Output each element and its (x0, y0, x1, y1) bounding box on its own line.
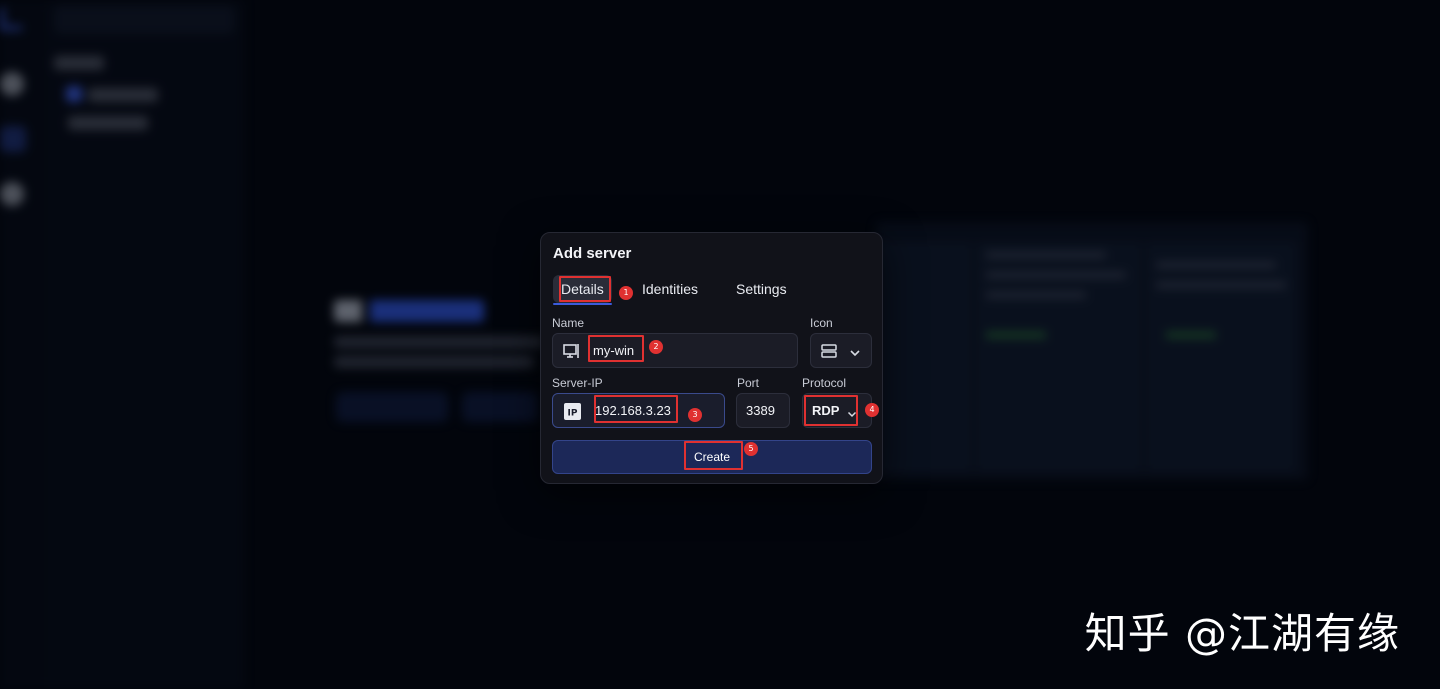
sidebar-row (68, 116, 148, 130)
tab-details[interactable]: Details (553, 275, 612, 305)
annotation-badge: 3 (688, 408, 702, 422)
rail-icon (0, 72, 24, 96)
protocol-value: RDP (812, 403, 840, 418)
create-button-label: Create (693, 450, 731, 464)
tab-settings[interactable]: Settings (736, 275, 787, 303)
name-label: Name (552, 316, 585, 330)
preview-text (986, 272, 1126, 278)
preview-text (986, 292, 1086, 298)
server-ip-label: Server-IP (552, 376, 603, 390)
annotation-badge: 2 (649, 340, 663, 354)
icon-picker[interactable] (810, 333, 872, 368)
preview-text (986, 252, 1106, 258)
app-rail (0, 0, 44, 689)
server-icon (821, 344, 837, 358)
preview-column (1146, 242, 1296, 472)
sidebar-search (54, 6, 234, 34)
sidebar-row (88, 88, 158, 102)
tab-identities[interactable]: Identities (642, 275, 698, 303)
port-label: Port (737, 376, 760, 390)
rail-active-icon (0, 126, 26, 152)
hero-line (334, 356, 534, 368)
protocol-select[interactable]: RDP (802, 393, 872, 428)
preview-column (876, 242, 972, 472)
preview-image-blurred (876, 222, 1308, 480)
dialog-title: Add server (553, 245, 632, 262)
name-field[interactable]: my-win (552, 333, 798, 368)
app-logo-icon (0, 8, 22, 30)
app-sidebar (44, 0, 244, 689)
preview-text (1156, 282, 1286, 288)
port-field[interactable]: 3389 (736, 393, 790, 428)
desktop-icon (562, 341, 582, 361)
chevron-down-icon (849, 346, 861, 357)
create-button[interactable]: Create (552, 440, 872, 474)
rail-icon (0, 182, 24, 206)
preview-text (1166, 332, 1216, 338)
sidebar-check (66, 86, 82, 102)
port-value: 3389 (746, 403, 775, 418)
page: Add server Details Identities Settings N… (0, 0, 1440, 689)
svg-text:IP: IP (568, 409, 578, 419)
hero-line (334, 336, 544, 348)
annotation-badge: 4 (865, 403, 879, 417)
hero-title-blurred (334, 300, 484, 322)
chevron-down-icon (847, 407, 857, 418)
preview-text (986, 332, 1046, 338)
sidebar-row (54, 56, 104, 70)
protocol-label: Protocol (802, 376, 847, 390)
ip-icon: IP (564, 403, 581, 420)
add-server-dialog: Add server Details Identities Settings N… (540, 232, 883, 484)
hero-button (462, 392, 538, 422)
annotation-badge: 5 (744, 442, 758, 456)
hero-button (336, 392, 448, 422)
watermark: 知乎 @江湖有缘 (1084, 609, 1400, 658)
preview-text (1156, 262, 1276, 268)
annotation-badge: 1 (619, 286, 633, 300)
server-ip-value: 192.168.3.23 (595, 403, 671, 418)
name-value: my-win (593, 343, 635, 358)
icon-label: Icon (810, 316, 833, 330)
